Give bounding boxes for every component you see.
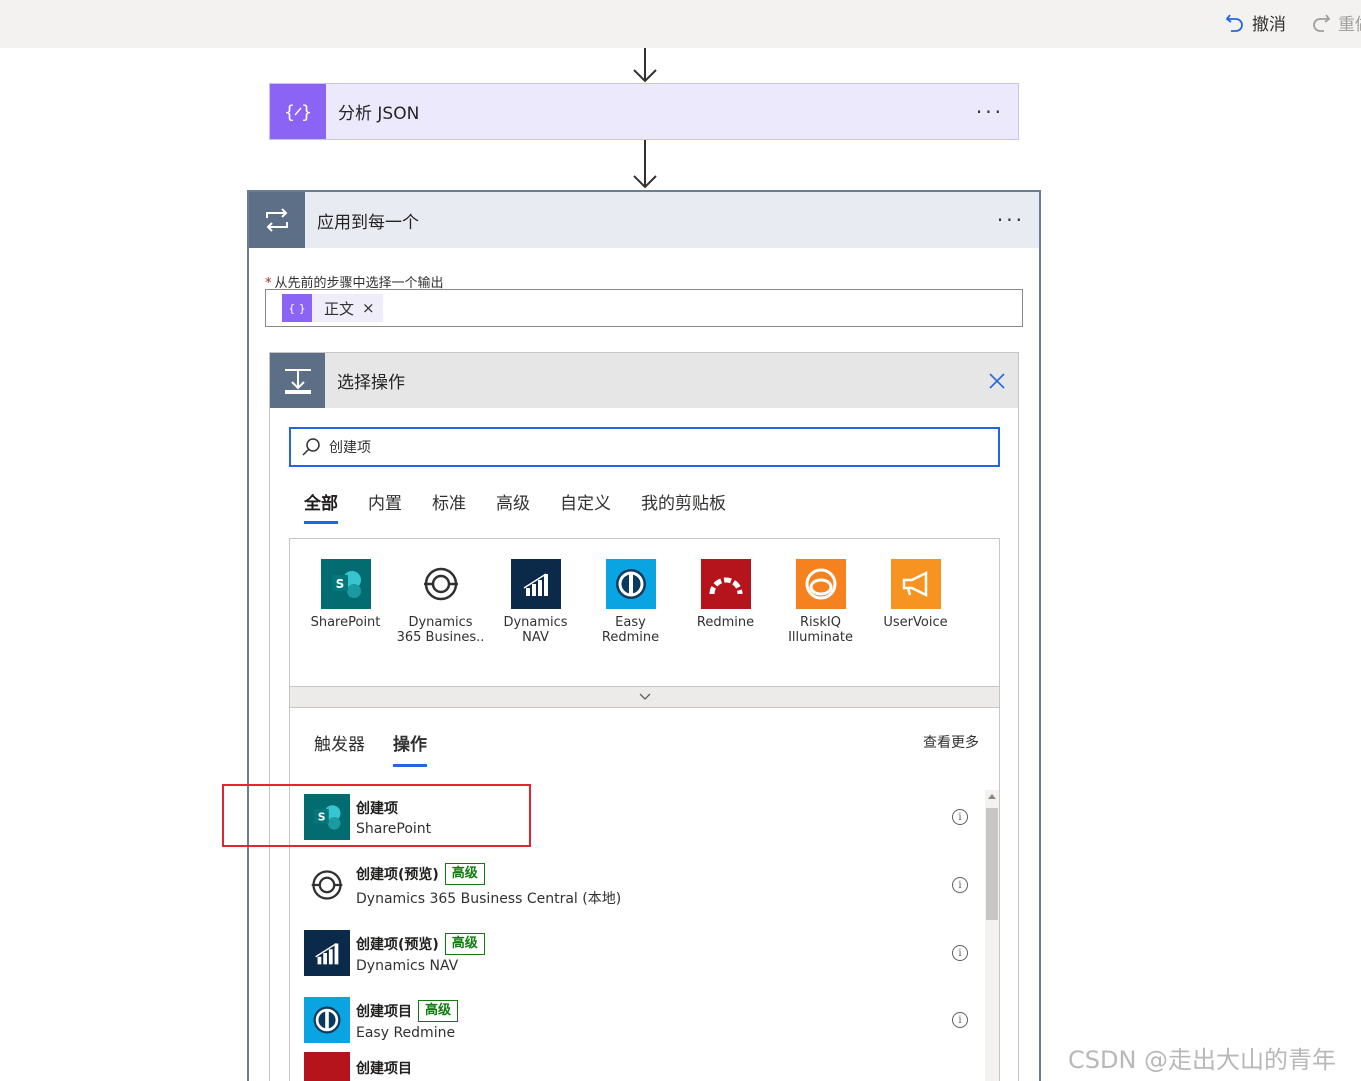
info-icon[interactable]: i xyxy=(952,1012,968,1028)
list-item[interactable]: 创建项(预览) 高级 Dynamics 365 Business Central … xyxy=(304,860,974,910)
action-name: 创建项目 xyxy=(356,1061,412,1077)
sharepoint-icon: S xyxy=(320,559,371,609)
apply-to-each-more-button[interactable]: ··· xyxy=(997,208,1039,232)
connector-uservoice[interactable]: UserVoice xyxy=(868,559,963,630)
choose-operation-title: 选择操作 xyxy=(337,373,405,393)
actions-panel: 触发器 操作 查看更多 S 创建项 SharePoint i 创建项(预览) 高… xyxy=(289,708,1000,1081)
scroll-thumb[interactable] xyxy=(986,808,998,920)
category-tabs: 全部 内置 标准 高级 自定义 我的剪贴板 xyxy=(304,489,726,524)
dynamics-nav-icon xyxy=(510,559,561,609)
parse-json-more-button[interactable]: ··· xyxy=(976,100,1018,124)
megaphone-icon xyxy=(890,559,941,609)
tab-triggers[interactable]: 触发器 xyxy=(314,730,365,767)
info-icon[interactable]: i xyxy=(952,877,968,893)
action-name: 创建项 xyxy=(356,800,398,817)
parse-json-title: 分析 JSON xyxy=(338,104,420,124)
connector-easy-redmine[interactable]: Easy Redmine xyxy=(583,559,678,645)
svg-text:{ }: { } xyxy=(288,302,306,315)
redo-icon xyxy=(1313,13,1331,32)
svg-text:S: S xyxy=(318,811,326,824)
remove-token-button[interactable]: × xyxy=(362,299,375,317)
undo-button[interactable]: 撤消 xyxy=(1224,10,1286,35)
body-token[interactable]: { } 正文 × xyxy=(282,294,383,322)
list-item[interactable]: 创建项目 高级 Easy Redmine i xyxy=(304,995,974,1045)
choose-operation-card: 选择操作 全部 内置 标准 高级 自定义 我的剪贴板 S SharePoint xyxy=(269,352,1019,1081)
premium-badge: 高级 xyxy=(444,932,485,955)
action-connector: Dynamics 365 Business Central (本地) xyxy=(356,890,622,907)
undo-icon xyxy=(1225,13,1243,32)
expand-connectors-button[interactable] xyxy=(289,686,1000,708)
info-icon[interactable]: i xyxy=(952,945,968,961)
redo-button[interactable]: 重做 xyxy=(1310,10,1361,35)
redmine-icon xyxy=(304,1052,350,1081)
body-token-label: 正文 xyxy=(324,299,355,318)
undo-label: 撤消 xyxy=(1252,15,1286,35)
choose-operation-header: 选择操作 xyxy=(270,353,1018,408)
connector-sharepoint[interactable]: S SharePoint xyxy=(298,559,393,630)
parse-json-step[interactable]: { } 分析 JSON ··· xyxy=(269,83,1019,140)
connector-dynamics-nav[interactable]: Dynamics NAV xyxy=(488,559,583,645)
tab-actions[interactable]: 操作 xyxy=(393,730,427,767)
tab-standard[interactable]: 标准 xyxy=(432,489,466,524)
scroll-up-icon[interactable] xyxy=(988,794,996,799)
sharepoint-icon: S xyxy=(304,794,350,840)
trigger-action-tabs: 触发器 操作 xyxy=(314,730,427,767)
top-command-bar: 撤消 重做 xyxy=(0,0,1361,48)
dynamics-nav-icon xyxy=(304,930,350,976)
tab-premium[interactable]: 高级 xyxy=(496,489,530,524)
premium-badge: 高级 xyxy=(418,999,459,1022)
action-name: 创建项(预览) xyxy=(356,866,439,883)
see-more-link[interactable]: 查看更多 xyxy=(923,732,979,752)
flow-arrow-icon xyxy=(633,48,657,83)
redo-label: 重做 xyxy=(1338,15,1361,35)
tab-clipboard[interactable]: 我的剪贴板 xyxy=(641,489,726,524)
action-connector: SharePoint xyxy=(356,820,432,837)
loop-icon xyxy=(249,192,305,248)
json-braces-icon: { } xyxy=(282,294,312,322)
easy-redmine-icon xyxy=(304,997,350,1043)
premium-badge: 高级 xyxy=(444,862,485,885)
tab-custom[interactable]: 自定义 xyxy=(560,489,611,524)
connector-redmine[interactable]: Redmine xyxy=(678,559,773,630)
operation-search-box xyxy=(289,427,1000,467)
svg-text:S: S xyxy=(335,577,344,591)
tab-builtin[interactable]: 内置 xyxy=(368,489,402,524)
action-name: 创建项(预览) xyxy=(356,936,439,953)
action-list-scrollbar[interactable] xyxy=(985,790,999,1081)
dynamics-365-icon xyxy=(304,862,350,908)
action-connector: Easy Redmine xyxy=(356,1024,456,1041)
riskiq-icon xyxy=(795,559,846,609)
output-field[interactable]: { } 正文 × xyxy=(265,289,1023,327)
watermark: CSDN @走出大山的青年 xyxy=(1068,1046,1337,1074)
close-icon[interactable] xyxy=(988,372,1006,390)
insert-action-icon xyxy=(270,353,325,408)
apply-to-each-title: 应用到每一个 xyxy=(317,212,419,233)
apply-to-each-header[interactable]: 应用到每一个 ··· xyxy=(249,192,1039,248)
list-item[interactable]: S 创建项 SharePoint i xyxy=(304,792,974,842)
action-name: 创建项目 xyxy=(356,1003,412,1020)
dynamics-365-icon xyxy=(416,559,466,609)
operation-search-input[interactable] xyxy=(329,439,998,455)
tab-all[interactable]: 全部 xyxy=(304,489,338,524)
chevron-down-icon xyxy=(639,693,650,700)
flow-arrow-icon xyxy=(633,140,657,189)
list-item[interactable]: 创建项目 xyxy=(304,1052,974,1081)
connector-grid: S SharePoint Dynamics 365 Busines.. Dyna… xyxy=(289,538,1000,686)
easy-redmine-icon xyxy=(605,559,656,609)
connector-riskiq[interactable]: RiskIQ Illuminate xyxy=(773,559,868,645)
connector-dynamics-365-bc[interactable]: Dynamics 365 Busines.. xyxy=(393,559,488,645)
list-item[interactable]: 创建项(预览) 高级 Dynamics NAV i xyxy=(304,928,974,978)
apply-to-each-step: 应用到每一个 ··· * 从先前的步骤中选择一个输出 { } 正文 × 选择操作 … xyxy=(247,190,1041,1081)
redmine-icon xyxy=(700,559,751,609)
search-icon xyxy=(302,438,320,456)
action-connector: Dynamics NAV xyxy=(356,957,459,974)
json-braces-icon: { } xyxy=(270,84,326,139)
info-icon[interactable]: i xyxy=(952,809,968,825)
